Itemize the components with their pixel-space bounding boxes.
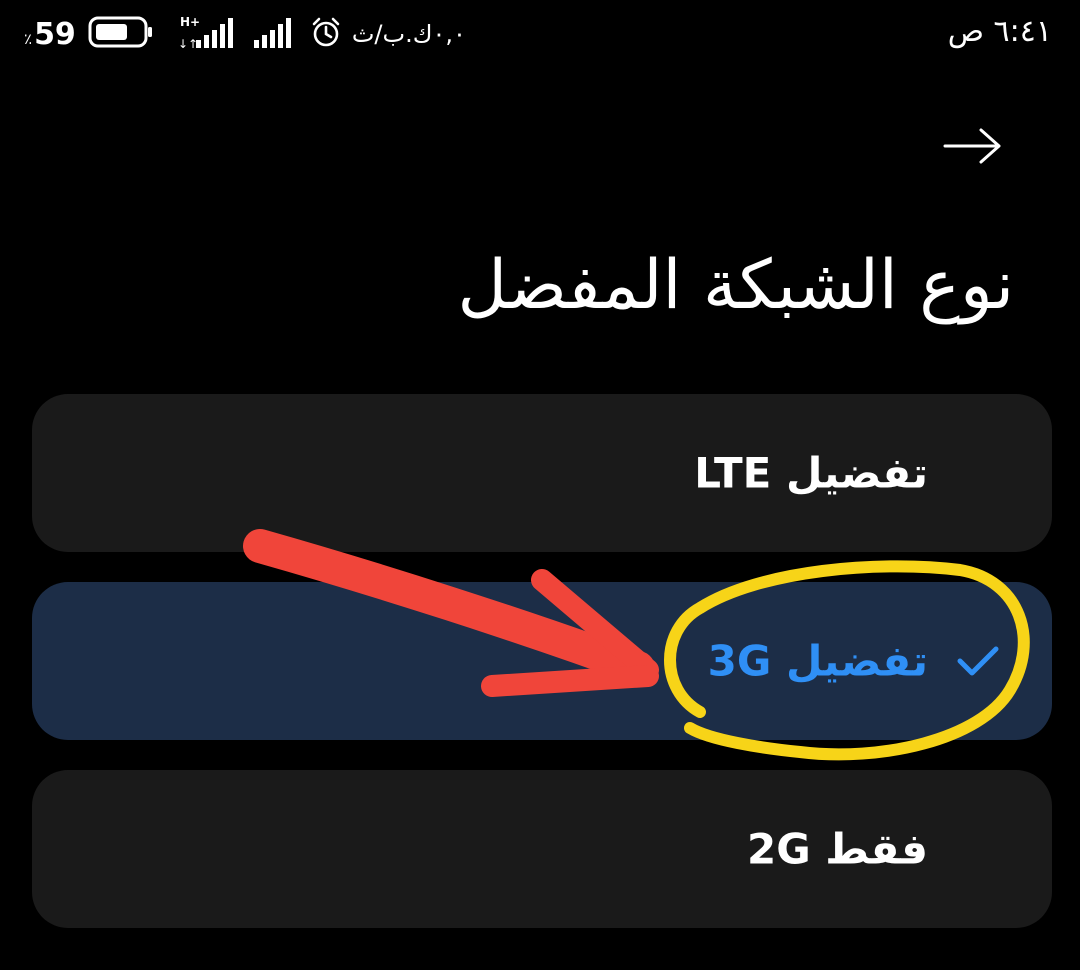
battery-icon: [88, 16, 154, 52]
arrow-right-icon: [943, 128, 1001, 164]
check-icon: [957, 646, 999, 676]
status-time: ٦:٤١ ص: [947, 14, 1052, 49]
svg-text:↓↑: ↓↑: [178, 37, 198, 50]
status-icons: ٪ 59 H+ ↓↑ ٠,٠ك.ب/ث: [24, 12, 466, 56]
option-3g-preferred[interactable]: تفضيل 3G: [32, 582, 1052, 740]
battery-percent-value: 59: [34, 16, 76, 52]
alarm-icon: [310, 16, 342, 52]
back-button[interactable]: [942, 122, 1004, 170]
signal-bars-icon: [252, 14, 294, 54]
network-type-label: H+: [180, 15, 200, 29]
page-title: نوع الشبكة المفضل: [457, 246, 1014, 325]
battery-percent: ٪ 59: [24, 17, 76, 52]
signal-bars-icon: H+ ↓↑: [176, 14, 236, 54]
percent-sign: ٪: [24, 29, 33, 48]
option-lte-preferred[interactable]: تفضيل LTE: [32, 394, 1052, 552]
status-bar: ٪ 59 H+ ↓↑ ٠,٠ك.ب/ث ٦:٤١ ص: [0, 0, 1080, 70]
option-2g-only[interactable]: 2G فقط: [32, 770, 1052, 928]
option-label: 2G فقط: [746, 824, 928, 874]
network-speed: ٠,٠ك.ب/ث: [351, 20, 466, 48]
option-label: تفضيل LTE: [694, 448, 928, 498]
option-label: تفضيل 3G: [707, 636, 928, 686]
